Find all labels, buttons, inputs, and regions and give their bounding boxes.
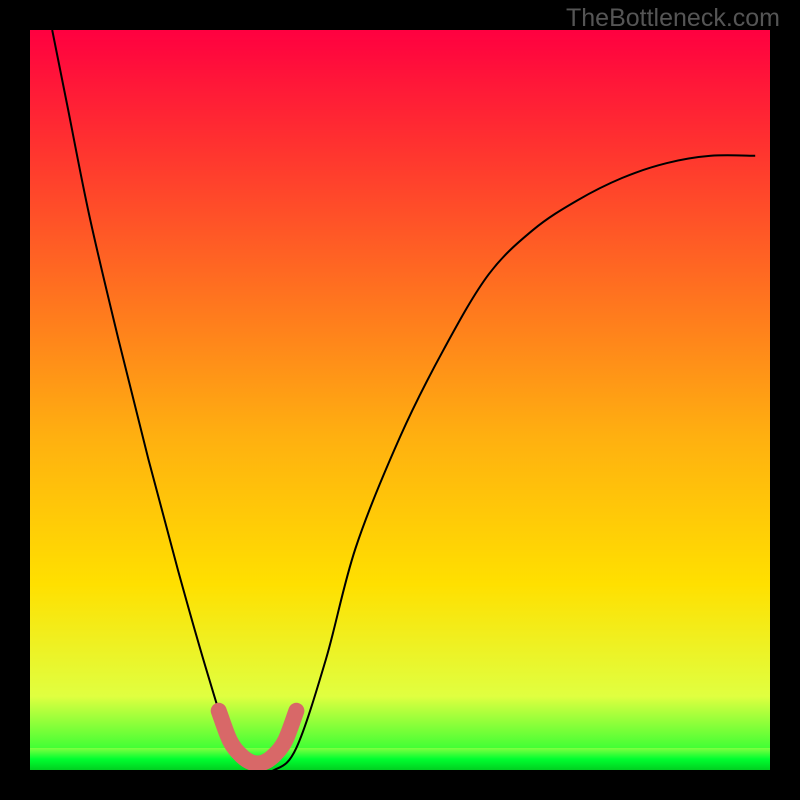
watermark-text: TheBottleneck.com (566, 4, 780, 33)
bottleneck-curve (30, 30, 770, 770)
chart-wrap: TheBottleneck.com (0, 0, 800, 800)
plot-area (30, 30, 770, 770)
